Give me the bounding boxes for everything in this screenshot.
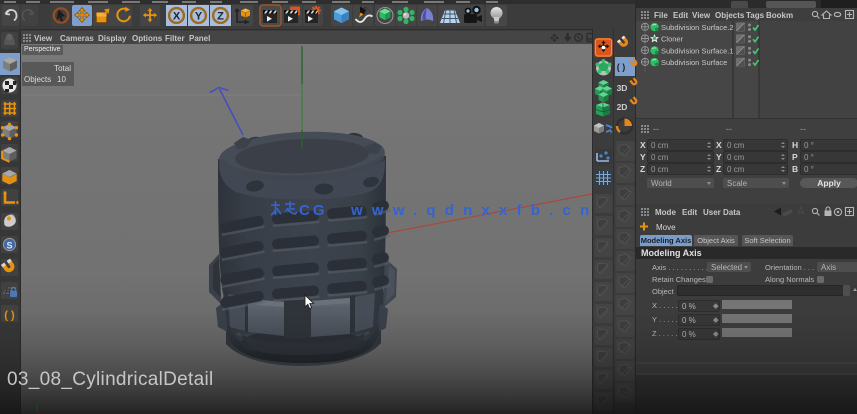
svg-text:Subdivision Surface.2: Subdivision Surface.2 bbox=[661, 23, 734, 32]
svg-text:3D: 3D bbox=[617, 83, 628, 93]
svg-text:--: -- bbox=[726, 124, 732, 134]
svg-text:View: View bbox=[692, 11, 711, 20]
svg-text:Cameras: Cameras bbox=[60, 34, 94, 43]
svg-text:Tags: Tags bbox=[746, 11, 765, 20]
svg-text:Display: Display bbox=[98, 34, 127, 43]
svg-text:Mode: Mode bbox=[655, 208, 676, 217]
svg-text:Filter: Filter bbox=[165, 34, 185, 43]
svg-text:( ): ( ) bbox=[4, 310, 15, 322]
svg-text:Edit: Edit bbox=[682, 208, 697, 217]
svg-text:S: S bbox=[6, 241, 12, 251]
svg-text:Options: Options bbox=[132, 34, 163, 43]
svg-text:--: -- bbox=[800, 124, 806, 134]
svg-text:Subdivision Surface.1: Subdivision Surface.1 bbox=[661, 46, 734, 55]
svg-text:2D: 2D bbox=[617, 102, 628, 112]
svg-text:Z: Z bbox=[217, 11, 224, 23]
svg-text:Y: Y bbox=[195, 11, 203, 23]
svg-text:User Data: User Data bbox=[703, 208, 741, 217]
svg-text:Cloner: Cloner bbox=[661, 35, 684, 44]
svg-text:Subdivision Surface: Subdivision Surface bbox=[661, 58, 727, 67]
svg-text:File: File bbox=[654, 11, 668, 20]
svg-text:X: X bbox=[173, 11, 181, 23]
svg-text:Panel: Panel bbox=[189, 34, 210, 43]
svg-text:--: -- bbox=[653, 124, 659, 134]
svg-text:( ): ( ) bbox=[617, 62, 626, 72]
svg-text:www.qdnxxfb.cn: www.qdnxxfb.cn bbox=[350, 202, 598, 219]
svg-text:Edit: Edit bbox=[673, 11, 688, 20]
svg-text:Bookm: Bookm bbox=[766, 11, 793, 20]
svg-text:View: View bbox=[34, 34, 53, 43]
svg-text:CG: CG bbox=[299, 202, 328, 219]
svg-text:Move: Move bbox=[656, 223, 676, 232]
svg-text:Objects: Objects bbox=[715, 11, 745, 20]
